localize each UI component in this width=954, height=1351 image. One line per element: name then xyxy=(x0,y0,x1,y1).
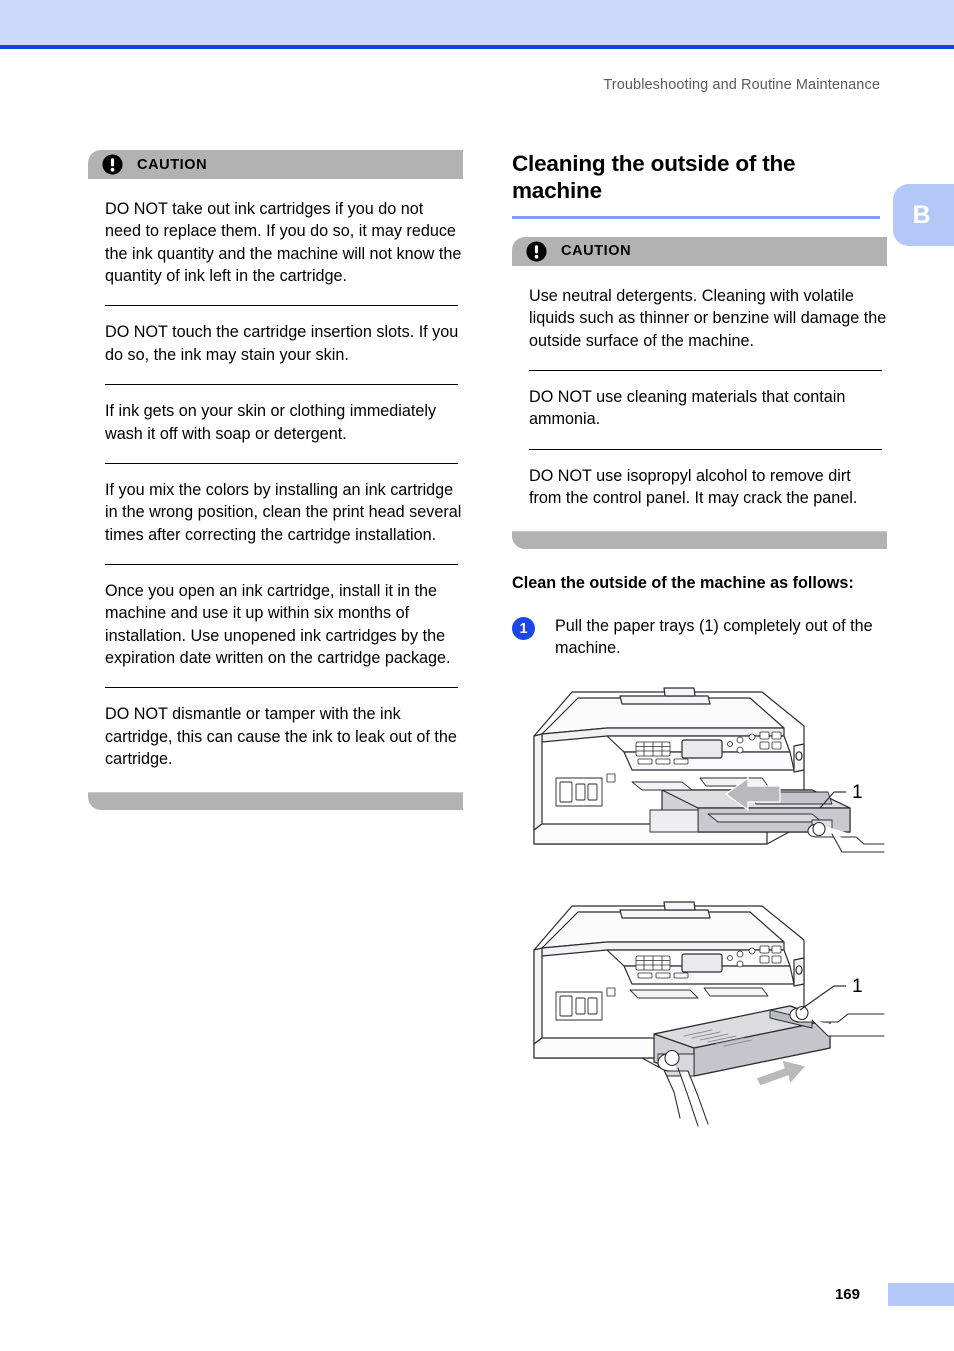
left-caution-paragraph: DO NOT touch the cartridge insertion slo… xyxy=(105,323,459,364)
right-caution-footer-bar xyxy=(512,532,887,550)
left-column: CAUTION DO NOT take out ink cartridges i… xyxy=(88,150,463,811)
page-number-accent-block xyxy=(888,1283,954,1306)
direction-arrow-icon xyxy=(755,1058,808,1087)
heading-underline-rule xyxy=(512,215,880,219)
procedure-step: 1 Pull the paper trays (1) completely ou… xyxy=(512,616,887,659)
chapter-tab-b: B xyxy=(893,184,954,246)
exclamation-circle-icon xyxy=(526,241,547,262)
chapter-tab-label: B xyxy=(912,200,931,229)
right-caution-paragraph: DO NOT use isopropyl alcohol to remove d… xyxy=(529,466,858,508)
figure-callout-label: 1 xyxy=(852,782,863,803)
left-caution-paragraph: DO NOT dismantle or tamper with the ink … xyxy=(105,705,457,769)
step-text: Pull the paper trays (1) completely out … xyxy=(555,617,873,657)
left-caution-footer-bar xyxy=(88,793,463,811)
left-caution-paragraph: Once you open an ink cartridge, install … xyxy=(105,581,451,668)
right-caution-label: CAUTION xyxy=(561,243,632,260)
printer-paper-tray-lower-figure: 1 xyxy=(512,886,887,1136)
page-title: Cleaning the outside of the machine xyxy=(512,151,796,204)
left-caution-paragraph: DO NOT take out ink cartridges if you do… xyxy=(105,200,462,286)
right-column: Cleaning the outside of the machine CAUT… xyxy=(512,150,887,1136)
left-caution-paragraph: If you mix the colors by installing an i… xyxy=(105,480,462,544)
left-caution-paragraph: If ink gets on your skin or clothing imm… xyxy=(105,402,437,443)
left-caution-header: CAUTION xyxy=(88,150,463,179)
page-top-accent-rule xyxy=(0,45,954,49)
left-caution-label: CAUTION xyxy=(137,156,208,173)
exclamation-circle-icon xyxy=(102,154,123,175)
step-number-badge: 1 xyxy=(512,617,535,641)
printer-paper-tray-upper-figure: 1 xyxy=(512,674,887,864)
page-top-accent-band xyxy=(0,0,954,45)
procedure-lead-in: Clean the outside of the machine as foll… xyxy=(512,574,854,593)
page-number: 169 xyxy=(834,1286,860,1303)
figure-callout-label: 1 xyxy=(852,976,863,997)
left-caution-body: DO NOT take out ink cartridges if you do… xyxy=(88,179,463,770)
right-caution-paragraph: Use neutral detergents. Cleaning with vo… xyxy=(529,286,887,350)
right-caution-header: CAUTION xyxy=(512,236,887,266)
running-header: Troubleshooting and Routine Maintenance xyxy=(603,77,880,93)
right-caution-body: Use neutral detergents. Cleaning with vo… xyxy=(512,266,887,510)
right-caution-paragraph: DO NOT use cleaning materials that conta… xyxy=(529,387,846,429)
